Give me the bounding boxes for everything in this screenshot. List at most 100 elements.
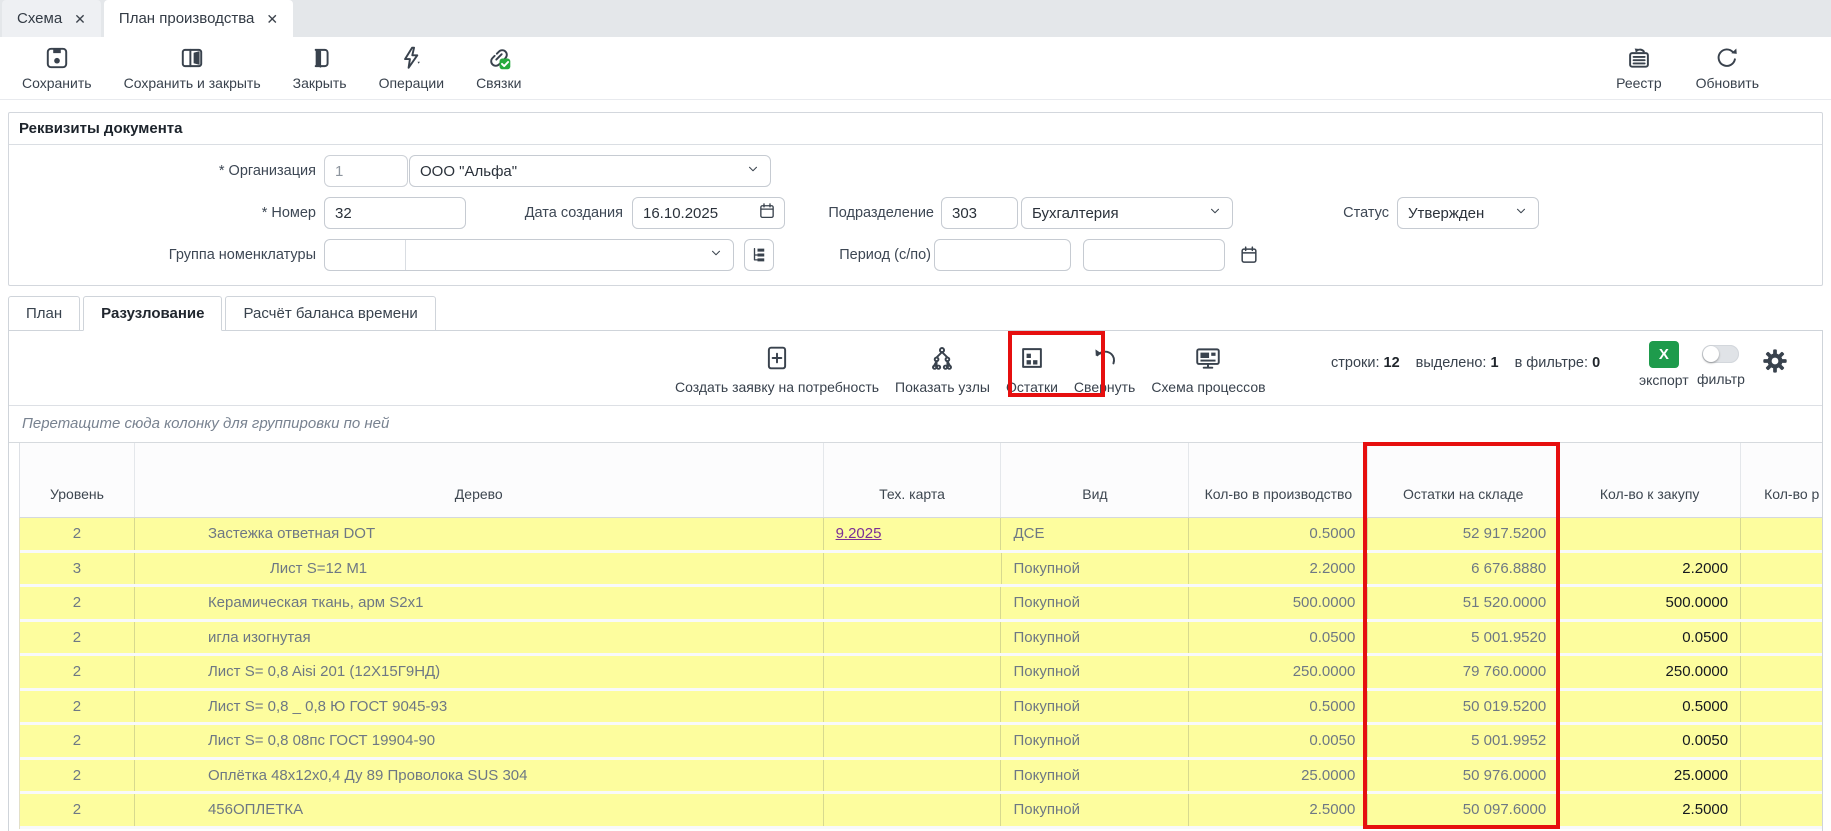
collapse-button[interactable]: Свернуть — [1074, 339, 1135, 395]
toggle-switch[interactable] — [1702, 345, 1739, 363]
cell-kind: Покупной — [1001, 794, 1189, 826]
registry-button[interactable]: Реестр — [1616, 45, 1662, 91]
nodes-tree-icon — [929, 345, 955, 374]
save-label: Сохранить — [22, 75, 92, 91]
monitor-icon — [1194, 345, 1222, 374]
table-row[interactable]: 2Лист S= 0,8 Aisi 201 (12Х15Г9НД)Покупно… — [20, 656, 1823, 691]
cell-tech_card — [824, 794, 1002, 826]
close-icon[interactable]: ✕ — [266, 12, 278, 26]
organization-code-field[interactable] — [324, 155, 408, 187]
cell-stock: 50 019.5200 — [1368, 691, 1559, 723]
column-header-tech_card[interactable]: Тех. карта — [824, 443, 1002, 517]
column-header-level[interactable]: Уровень — [20, 443, 135, 517]
tab-razuzlovanie[interactable]: Разузлование — [83, 296, 222, 331]
cell-qty_production: 0.0050 — [1189, 725, 1368, 757]
tab-time-balance[interactable]: Расчёт баланса времени — [225, 296, 435, 331]
cell-tree: Лист S= 0,8 _ 0,8 Ю ГОСТ 9045-93 — [135, 691, 824, 723]
show-nodes-button[interactable]: Показать узлы — [895, 339, 990, 395]
create-request-button[interactable]: Создать заявку на потребность — [675, 339, 879, 395]
cell-tree: Лист S= 0,8 08пс ГОСТ 19904-90 — [135, 725, 824, 757]
chevron-down-icon — [746, 162, 760, 180]
column-header-qty_production[interactable]: Кол-во в производство — [1189, 443, 1368, 517]
table-row[interactable]: 2Лист S= 0,8 _ 0,8 Ю ГОСТ 9045-93Покупно… — [20, 691, 1823, 726]
period-label: Период (с/по) — [709, 239, 931, 271]
razuzlovanie-content: Создать заявку на потребность Показать у… — [8, 330, 1823, 831]
column-header-kind[interactable]: Вид — [1001, 443, 1189, 517]
cell-qty_r — [1741, 794, 1823, 826]
table-row[interactable]: 2игла изогнутаяПокупной0.05005 001.95200… — [20, 622, 1823, 657]
table-row[interactable]: 2Керамическая ткань, арм S2x1Покупной500… — [20, 587, 1823, 622]
refresh-button[interactable]: Обновить — [1696, 45, 1759, 91]
group-by-strip[interactable]: Перетащите сюда колонку для группировки … — [9, 405, 1822, 443]
table-row[interactable]: 2Застежка ответная DOT9.2025ДСЕ0.500052 … — [20, 518, 1823, 553]
table-row[interactable]: 2456ОПЛЕТКАПокупной2.500050 097.60002.50… — [20, 794, 1823, 829]
table-row[interactable]: 3Лист S=12 М1Покупной2.20006 676.88802.2… — [20, 553, 1823, 588]
column-header-stock[interactable]: Остатки на складе — [1368, 443, 1559, 517]
links-label: Связки — [476, 75, 521, 91]
cell-tech_card — [824, 725, 1002, 757]
lightning-icon — [398, 45, 424, 71]
cell-qty_purchase: 2.2000 — [1559, 553, 1741, 585]
status-select[interactable]: Утвержден — [1397, 197, 1539, 229]
status-value: Утвержден — [1408, 205, 1484, 222]
column-header-qty_purchase[interactable]: Кол-во к закупу — [1559, 443, 1741, 517]
cell-level: 2 — [20, 587, 135, 619]
cell-qty_production: 0.5000 — [1189, 691, 1368, 723]
cell-qty_r — [1741, 725, 1823, 757]
column-header-tree[interactable]: Дерево — [135, 443, 824, 517]
nomenclature-group-select[interactable] — [324, 239, 734, 271]
save-icon — [44, 45, 70, 71]
tab-label: Разузлование — [101, 305, 204, 322]
tech-card-link[interactable]: 9.2025 — [836, 525, 882, 542]
window-tab-schema[interactable]: Схема ✕ — [2, 0, 101, 37]
group-by-hint: Перетащите сюда колонку для группировки … — [9, 406, 1822, 442]
period-to-field[interactable] — [1083, 239, 1225, 271]
period-calendar-button[interactable] — [1236, 239, 1262, 271]
table-row[interactable]: 2Лист S= 0,8 08пс ГОСТ 19904-90Покупной0… — [20, 725, 1823, 760]
department-code-field[interactable] — [941, 197, 1018, 229]
export-excel-button[interactable]: X экспорт — [1639, 341, 1689, 388]
cell-stock: 50 976.0000 — [1368, 760, 1559, 792]
cell-level: 2 — [20, 725, 135, 757]
grid-counters: строки: 12 выделено: 1 в фильтре: 0 — [1331, 331, 1600, 395]
selected-counter: выделено: 1 — [1416, 355, 1499, 371]
filter-toggle[interactable]: фильтр — [1697, 345, 1745, 387]
grid-toolbar: Создать заявку на потребность Показать у… — [9, 331, 1822, 405]
tab-plan[interactable]: План — [8, 296, 80, 331]
cell-kind: ДСЕ — [1001, 518, 1189, 550]
cell-qty_r — [1741, 691, 1823, 723]
process-schema-label: Схема процессов — [1151, 379, 1265, 395]
table-row[interactable]: 2Оплётка 48х12х0,4 Ду 89 Проволока SUS 3… — [20, 760, 1823, 795]
cell-qty_purchase: 250.0000 — [1559, 656, 1741, 688]
data-grid: УровеньДеревоТех. картаВидКол-во в произ… — [19, 443, 1823, 829]
chevron-down-icon — [1514, 204, 1528, 222]
settings-button[interactable] — [1761, 347, 1789, 380]
cell-level: 2 — [20, 691, 135, 723]
department-select[interactable]: Бухгалтерия — [1021, 197, 1233, 229]
window-tab-label: План производства — [119, 10, 254, 27]
number-label: * Номер — [109, 197, 316, 229]
organization-select[interactable]: ООО "Альфа" — [409, 155, 771, 187]
cell-level: 2 — [20, 656, 135, 688]
organization-value: ООО "Альфа" — [420, 163, 517, 180]
save-button[interactable]: Сохранить — [22, 45, 92, 91]
cell-tree: Оплётка 48х12х0,4 Ду 89 Проволока SUS 30… — [135, 760, 824, 792]
document-requisites-panel: Реквизиты документа * Организация ООО "А… — [8, 112, 1823, 286]
cell-tech_card — [824, 760, 1002, 792]
close-button[interactable]: Закрыть — [293, 45, 347, 91]
links-button[interactable]: Связки — [476, 45, 521, 91]
close-icon[interactable]: ✕ — [74, 12, 86, 26]
window-tab-production-plan[interactable]: План производства ✕ — [104, 0, 293, 37]
document-plus-icon — [764, 345, 790, 374]
save-and-close-button[interactable]: Сохранить и закрыть — [124, 45, 261, 91]
link-check-icon — [485, 45, 513, 71]
department-value: Бухгалтерия — [1032, 205, 1119, 222]
in-filter-counter: в фильтре: 0 — [1515, 355, 1601, 371]
period-from-field[interactable] — [934, 239, 1071, 271]
column-header-qty_r[interactable]: Кол-во р — [1741, 443, 1823, 517]
process-schema-button[interactable]: Схема процессов — [1151, 339, 1265, 395]
save-and-close-icon — [179, 45, 205, 71]
panel-title: Реквизиты документа — [9, 113, 1822, 145]
operations-button[interactable]: Операции — [379, 45, 445, 91]
stocks-button[interactable]: Остатки — [1006, 339, 1058, 395]
